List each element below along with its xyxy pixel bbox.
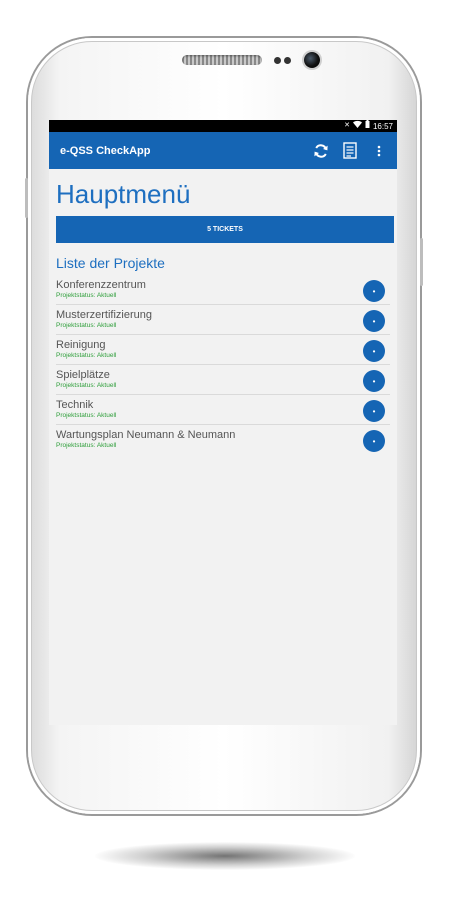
project-row[interactable]: Reinigung Projektstatus: Aktuell • (56, 335, 390, 365)
speaker-grille (182, 55, 262, 65)
dot-icon: • (372, 346, 376, 356)
project-row[interactable]: Wartungsplan Neumann & Neumann Projektst… (56, 425, 390, 455)
project-name: Reinigung (56, 339, 106, 351)
dot-icon: • (372, 286, 376, 296)
project-open-button[interactable]: • (363, 340, 385, 362)
project-row[interactable]: Musterzertifizierung Projektstatus: Aktu… (56, 305, 390, 335)
project-open-button[interactable]: • (363, 280, 385, 302)
project-name: Technik (56, 399, 94, 411)
project-name: Wartungsplan Neumann & Neumann (56, 429, 236, 441)
dot-icon: • (372, 316, 376, 326)
status-time: 16:57 (372, 121, 393, 131)
power-button (420, 238, 423, 286)
project-row[interactable]: Konferenzzentrum Projektstatus: Aktuell … (56, 275, 390, 305)
main-content: Hauptmenü 5 TICKETS Liste der Projekte K… (49, 177, 397, 455)
dot-icon: • (372, 376, 376, 386)
notification-icon: ✕ (344, 122, 350, 129)
phone-shadow (95, 842, 355, 870)
project-open-button[interactable]: • (363, 400, 385, 422)
app-title: e-QSS CheckApp (60, 144, 151, 157)
front-camera (304, 52, 320, 68)
phone-frame: ✕ 16:57 e-QSS CheckApp Hauptmenü 5 TICKE… (25, 38, 423, 814)
phone-screen: ✕ 16:57 e-QSS CheckApp Hauptmenü 5 TICKE… (49, 120, 397, 725)
project-status: Projektstatus: Aktuell (56, 292, 117, 299)
status-bar: ✕ 16:57 (49, 120, 397, 132)
project-status: Projektstatus: Aktuell (56, 412, 117, 419)
project-status: Projektstatus: Aktuell (56, 322, 117, 329)
project-name: Konferenzzentrum (56, 279, 146, 291)
refresh-icon[interactable] (311, 141, 331, 161)
project-open-button[interactable]: • (363, 430, 385, 452)
app-bar: e-QSS CheckApp (49, 132, 397, 169)
more-vert-icon[interactable] (369, 141, 389, 161)
project-open-button[interactable]: • (363, 310, 385, 332)
battery-icon (365, 120, 370, 133)
light-sensor (284, 57, 291, 64)
project-status: Projektstatus: Aktuell (56, 382, 117, 389)
volume-button (25, 178, 28, 218)
project-status: Projektstatus: Aktuell (56, 442, 117, 449)
project-status: Projektstatus: Aktuell (56, 352, 117, 359)
project-row[interactable]: Spielplätze Projektstatus: Aktuell • (56, 365, 390, 395)
proximity-sensor (274, 57, 281, 64)
page-title: Hauptmenü (56, 179, 191, 209)
project-name: Musterzertifizierung (56, 309, 152, 321)
project-open-button[interactable]: • (363, 370, 385, 392)
tickets-button[interactable]: 5 TICKETS (56, 216, 394, 243)
document-icon[interactable] (340, 141, 360, 161)
project-row[interactable]: Technik Projektstatus: Aktuell • (56, 395, 390, 425)
section-title: Liste der Projekte (56, 255, 165, 271)
dot-icon: • (372, 436, 376, 446)
project-name: Spielplätze (56, 369, 110, 381)
dot-icon: • (372, 406, 376, 416)
project-list: Konferenzzentrum Projektstatus: Aktuell … (56, 275, 390, 455)
wifi-icon (352, 120, 362, 133)
